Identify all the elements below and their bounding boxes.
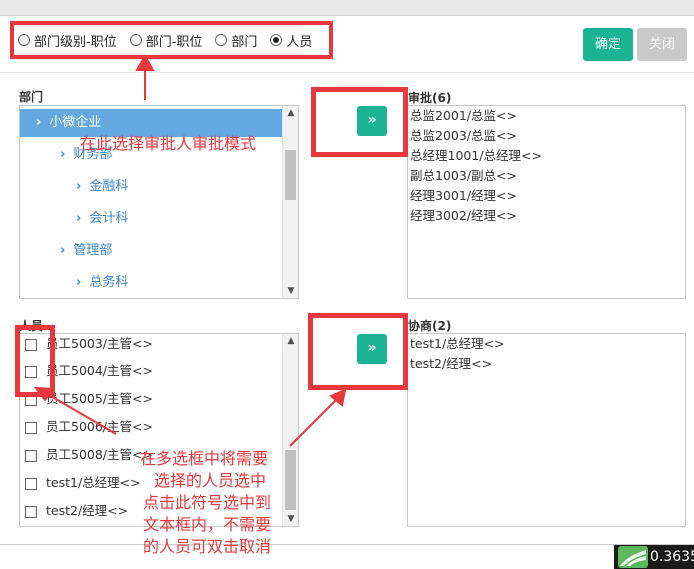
annotation-line-2: 选择的人员选中 bbox=[154, 471, 267, 490]
annotation-line-5: 的人员可双击取消 bbox=[143, 537, 272, 556]
app-logo-icon bbox=[618, 546, 648, 568]
corner-readout: 0.3635 bbox=[650, 549, 694, 565]
arrow-to-checkbox-line bbox=[43, 391, 117, 435]
corner-widget: 0.3635 bbox=[614, 545, 694, 569]
annotation-line-3: 点击此符号选中到 bbox=[143, 493, 272, 512]
arrow-to-move-line bbox=[289, 397, 339, 447]
annotation-arrows bbox=[33, 53, 347, 447]
arrow-to-checkbox-head-icon bbox=[33, 386, 55, 402]
annotation-line-1: 在多选框中将需要 bbox=[140, 449, 269, 468]
annotation-top-text: 在此选择审批人审批模式 bbox=[80, 134, 257, 153]
annotation-line-4: 文本框内，不需要 bbox=[143, 515, 272, 534]
arrow-up-head-icon bbox=[135, 53, 155, 71]
